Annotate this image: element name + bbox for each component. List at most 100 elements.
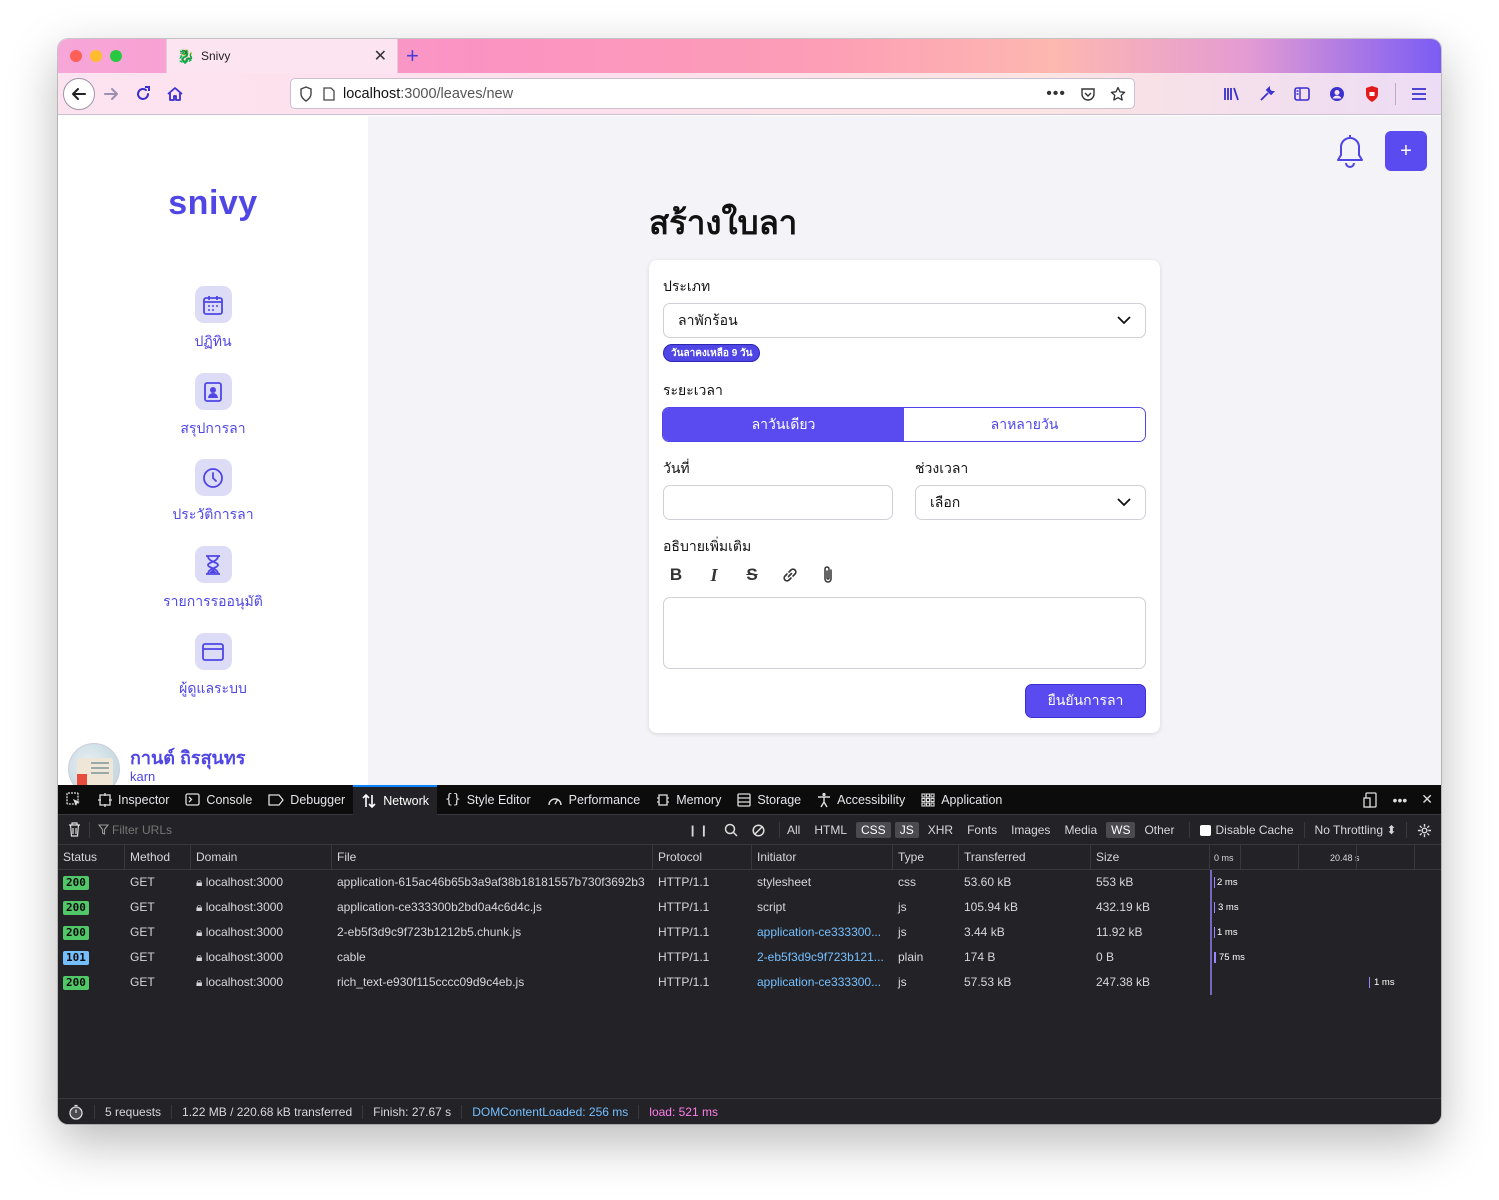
lock-icon: 🔒︎ <box>196 950 206 964</box>
console-icon <box>185 793 201 806</box>
filter-js[interactable]: JS <box>894 822 919 838</box>
initiator-link[interactable]: application-ce333300... <box>752 920 893 945</box>
trash-icon[interactable] <box>68 822 81 837</box>
stopwatch-icon[interactable] <box>58 1104 95 1120</box>
single-day-option[interactable]: ลาวันเดียว <box>663 408 904 441</box>
sidebar-toggle-icon[interactable] <box>1286 78 1318 110</box>
tab-memory[interactable]: Memory <box>648 785 729 815</box>
new-tab-icon[interactable]: + <box>406 43 419 69</box>
tab-performance[interactable]: Performance <box>539 785 649 815</box>
table-row[interactable]: 200 GET 🔒︎ localhost:3000 application-ce… <box>58 895 1441 920</box>
tab-console[interactable]: Console <box>177 785 260 815</box>
forward-button[interactable] <box>95 78 127 110</box>
menu-icon[interactable] <box>1403 78 1435 110</box>
disable-cache-checkbox[interactable] <box>1200 824 1212 836</box>
reload-button[interactable] <box>127 78 159 110</box>
page-actions-icon[interactable]: ••• <box>1046 85 1066 103</box>
url-host: localhost <box>343 85 401 102</box>
filter-images[interactable]: Images <box>1006 822 1055 838</box>
filter-media[interactable]: Media <box>1059 822 1102 838</box>
col-protocol[interactable]: Protocol <box>653 845 752 870</box>
attachment-icon[interactable] <box>815 562 841 588</box>
table-row[interactable]: 200 GET 🔒︎ localhost:3000 2-eb5f3d9c9f72… <box>58 920 1441 945</box>
submit-leave-button[interactable]: ยืนยันการลา <box>1025 684 1146 718</box>
account-icon[interactable] <box>1321 78 1353 110</box>
col-file[interactable]: File <box>332 845 653 870</box>
accessibility-icon <box>818 792 831 807</box>
block-icon[interactable] <box>752 823 765 837</box>
filter-urls-input[interactable] <box>112 822 672 837</box>
bold-icon[interactable]: B <box>663 562 689 588</box>
tab-style-editor[interactable]: {} Style Editor <box>437 785 539 815</box>
col-waterfall[interactable]: 0 ms 20.48 s <box>1210 845 1441 870</box>
filter-fonts[interactable]: Fonts <box>962 822 1002 838</box>
sidebar-item-pending[interactable]: รายการรออนุมัติ <box>58 546 368 613</box>
description-editor[interactable] <box>663 597 1146 669</box>
back-button[interactable] <box>63 77 95 110</box>
close-window-button[interactable] <box>70 50 82 62</box>
multi-day-option[interactable]: ลาหลายวัน <box>904 408 1145 441</box>
library-icon[interactable] <box>1216 78 1248 110</box>
initiator-link[interactable]: application-ce333300... <box>752 970 893 995</box>
address-bar[interactable]: localhost:3000/leaves/new ••• <box>290 78 1135 109</box>
tab-application[interactable]: Application <box>913 785 1010 815</box>
responsive-design-icon[interactable] <box>1362 791 1379 808</box>
filter-html[interactable]: HTML <box>809 822 852 838</box>
tab-inspector[interactable]: Inspector <box>90 785 177 815</box>
filter-all[interactable]: All <box>782 822 805 838</box>
pocket-icon[interactable] <box>1080 86 1096 102</box>
link-icon[interactable] <box>777 562 803 588</box>
search-icon[interactable] <box>724 823 738 837</box>
gear-icon[interactable] <box>1417 823 1432 838</box>
browser-tab[interactable]: 🐉 Snivy ✕ <box>166 39 398 73</box>
close-tab-icon[interactable]: ✕ <box>374 46 387 66</box>
filter-ws[interactable]: WS <box>1106 822 1136 838</box>
pause-icon[interactable]: ❙❙ <box>688 824 710 837</box>
hourglass-icon <box>194 546 232 583</box>
strikethrough-icon[interactable]: S <box>739 562 765 588</box>
gauge-icon <box>547 797 562 805</box>
col-initiator[interactable]: Initiator <box>752 845 893 870</box>
col-transferred[interactable]: Transferred <box>959 845 1091 870</box>
protocol-cell: HTTP/1.1 <box>658 925 710 939</box>
app-logo[interactable]: snivy <box>58 184 368 223</box>
shield-icon[interactable] <box>299 85 313 102</box>
leave-type-select[interactable]: ลาพักร้อน <box>663 303 1146 338</box>
throttling-select[interactable]: No Throttling ⬍ <box>1315 823 1397 837</box>
sidebar-item-history[interactable]: ประวัติการลา <box>58 459 368 526</box>
col-domain[interactable]: Domain <box>191 845 332 870</box>
more-options-icon[interactable]: ••• <box>1393 792 1408 808</box>
filter-other[interactable]: Other <box>1139 822 1179 838</box>
sidebar-item-summary[interactable]: สรุปการลา <box>58 373 368 440</box>
initiator-link[interactable]: 2-eb5f3d9c9f723b121... <box>752 945 893 970</box>
minimize-window-button[interactable] <box>90 50 102 62</box>
sidebar-item-admin[interactable]: ผู้ดูแลระบบ <box>58 633 368 700</box>
home-button[interactable] <box>159 78 191 110</box>
col-type[interactable]: Type <box>893 845 959 870</box>
table-row[interactable]: 101 GET 🔒︎ localhost:3000 cable HTTP/1.1… <box>58 945 1441 970</box>
table-row[interactable]: 200 GET 🔒︎ localhost:3000 application-61… <box>58 870 1441 895</box>
close-devtools-icon[interactable]: ✕ <box>1421 791 1433 808</box>
maximize-window-button[interactable] <box>110 50 122 62</box>
filter-xhr[interactable]: XHR <box>923 822 958 838</box>
table-row[interactable]: 200 GET 🔒︎ localhost:3000 rich_text-e930… <box>58 970 1441 995</box>
timing-label: 2 ms <box>1217 877 1238 888</box>
sidebar-item-calendar[interactable]: ปฏิทิน <box>58 286 368 353</box>
notifications-button[interactable] <box>1334 134 1366 170</box>
italic-icon[interactable]: I <box>701 562 727 588</box>
tab-storage[interactable]: Storage <box>729 785 809 815</box>
date-field[interactable] <box>663 485 893 520</box>
col-method[interactable]: Method <box>125 845 191 870</box>
col-size[interactable]: Size <box>1091 845 1210 870</box>
tab-accessibility[interactable]: Accessibility <box>809 785 913 815</box>
tab-network[interactable]: Network <box>353 784 438 815</box>
filter-css[interactable]: CSS <box>856 822 891 838</box>
ublock-shield-icon[interactable] <box>1356 78 1388 110</box>
col-status[interactable]: Status <box>58 845 125 870</box>
add-button[interactable]: + <box>1385 131 1427 171</box>
wrench-icon[interactable] <box>1251 78 1283 110</box>
element-picker-icon[interactable] <box>58 785 90 815</box>
period-select[interactable]: เลือก <box>915 485 1146 520</box>
tab-debugger[interactable]: Debugger <box>260 785 353 815</box>
bookmark-star-icon[interactable] <box>1110 86 1126 102</box>
